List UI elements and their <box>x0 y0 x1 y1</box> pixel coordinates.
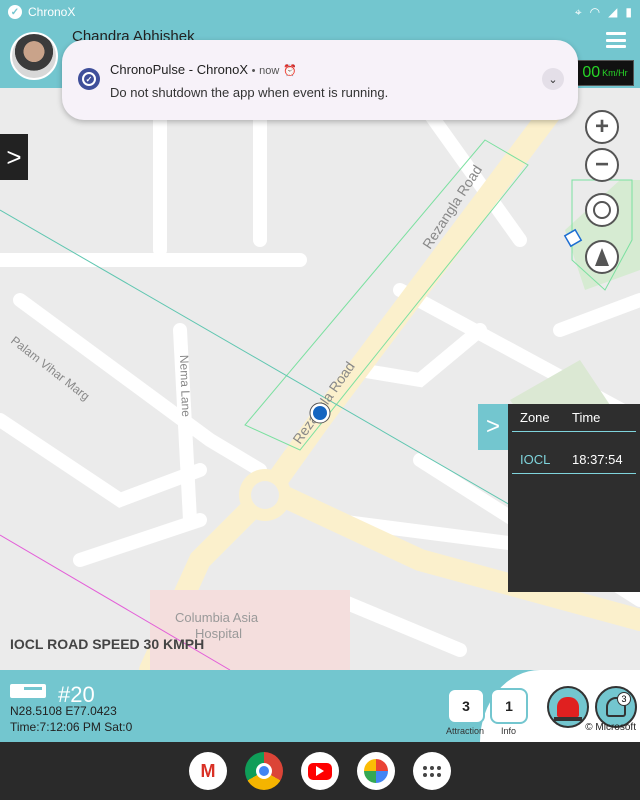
photos-icon <box>364 759 388 783</box>
bell-badge: 3 <box>617 692 631 706</box>
info-button[interactable]: 1 <box>490 688 528 724</box>
time-info: Time:7:12:06 PM Sat:0 <box>10 720 133 734</box>
chrome-app[interactable] <box>245 752 283 790</box>
alarm-icon: ⏰ <box>282 65 297 77</box>
menu-icon[interactable] <box>606 32 626 48</box>
zoom-out-button[interactable]: − <box>585 148 619 182</box>
youtube-app[interactable] <box>301 752 339 790</box>
zone-panel-header: Zone Time <box>512 404 636 432</box>
poi-label-columbia: Columbia Asia <box>175 610 259 625</box>
siren-icon <box>554 697 582 721</box>
speed-value: 00 <box>582 64 601 81</box>
status-app-name: ChronoX <box>28 5 76 19</box>
notification-app-icon: ✓ <box>78 68 100 90</box>
info-bar: #20 N28.5108 E77.0423 Time:7:12:06 PM Sa… <box>0 670 640 742</box>
notification-card[interactable]: ✓ ChronoPulse - ChronoX • now ⏰ Do not s… <box>62 40 578 120</box>
gmail-icon: M <box>200 760 216 781</box>
notification-separator: • <box>251 65 256 77</box>
crosshair-icon <box>593 201 611 219</box>
photos-app[interactable] <box>357 752 395 790</box>
location-icon: ⌖ <box>574 4 582 19</box>
battery-icon: ▮ <box>625 5 632 19</box>
gmail-app[interactable]: M <box>189 752 227 790</box>
compass-button[interactable] <box>585 240 619 274</box>
road-label-nema-lane: Nema Lane <box>177 355 193 418</box>
app-dock: M <box>0 742 640 800</box>
status-icons: ⌖ ◠ ◢ ▮ <box>575 5 632 20</box>
chevron-down-icon[interactable]: ⌄ <box>542 68 564 90</box>
speed-display: 00 Km/Hr <box>576 60 634 86</box>
info-label: Info <box>501 726 517 736</box>
siren-button[interactable] <box>547 686 589 728</box>
app-status-check-icon: ✓ <box>8 5 22 19</box>
notification-time: now <box>259 65 280 77</box>
status-bar: ✓ ChronoX ⌖ ◠ ◢ ▮ <box>0 0 640 24</box>
zone-name: IOCL <box>520 452 551 467</box>
chrome-icon <box>256 763 272 779</box>
vehicle-icon <box>10 684 46 698</box>
notification-message: Do not shutdown the app when event is ru… <box>110 85 389 100</box>
notification-title: ChronoPulse - ChronoX • now ⏰ <box>110 62 297 77</box>
zone-row[interactable]: IOCL 18:37:54 <box>512 432 636 474</box>
speed-unit: Km/Hr <box>602 68 628 78</box>
road-speed-label: IOCL ROAD SPEED 30 KMPH <box>10 636 205 652</box>
attraction-label: Attraction <box>446 726 485 736</box>
compass-icon <box>595 248 609 266</box>
coordinates: N28.5108 E77.0423 <box>10 704 117 718</box>
avatar[interactable] <box>10 32 58 80</box>
youtube-icon <box>308 762 332 780</box>
attraction-button[interactable]: 3 <box>447 688 485 724</box>
my-location-button[interactable] <box>585 193 619 227</box>
time-header: Time <box>572 410 601 425</box>
zone-header: Zone <box>520 410 550 425</box>
signal-icon: ◢ <box>608 5 618 19</box>
zone-panel-toggle[interactable]: > <box>478 404 508 450</box>
wifi-icon: ◠ <box>589 5 601 19</box>
zone-panel: Zone Time IOCL 18:37:54 <box>508 404 640 592</box>
zone-time: 18:37:54 <box>572 452 623 467</box>
zoom-in-button[interactable]: + <box>585 110 619 144</box>
grid-dots-icon <box>423 765 441 777</box>
side-panel-toggle[interactable]: > <box>0 134 28 180</box>
app-drawer[interactable] <box>413 752 451 790</box>
map-copyright: © Microsoft <box>585 722 636 733</box>
